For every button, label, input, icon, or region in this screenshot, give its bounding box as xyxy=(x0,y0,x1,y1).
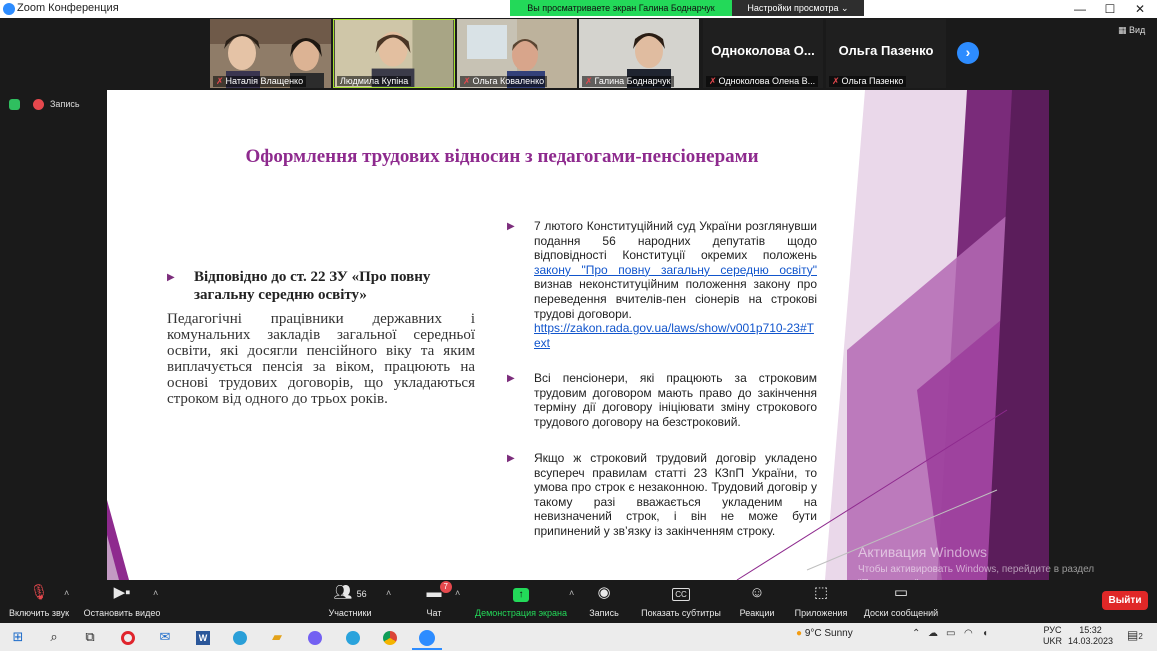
input-language-indicator[interactable]: РУС UKR xyxy=(1043,625,1062,647)
bullet-item: ▶ Якщо ж строковий трудовий договір уклад… xyxy=(507,451,817,538)
muted-mic-icon: ✗ xyxy=(709,76,717,86)
participants-icon: 👥︎ 56 xyxy=(333,584,367,601)
participant-tile[interactable]: Одноколова О... ✗ Одноколова Олена В... xyxy=(703,19,823,88)
edge-icon[interactable] xyxy=(230,627,250,647)
participant-tile-active[interactable]: Людмила Купіна xyxy=(333,19,455,88)
participant-name: ✗ Одноколова Олена В... xyxy=(706,76,819,87)
battery-icon: ▭ xyxy=(946,628,956,639)
video-options-chevron-icon[interactable]: ˄ xyxy=(153,588,158,598)
reactions-button[interactable]: ☺ Реакции xyxy=(738,584,776,618)
record-icon: ◉ xyxy=(597,584,611,601)
muted-microphone-icon: 🎙︎ xyxy=(29,584,49,601)
bullet-triangle-icon: ▶ xyxy=(167,272,175,283)
participant-name: ✗ Наталія Влащенко xyxy=(213,76,307,87)
whiteboards-button[interactable]: ▭ Доски сообщений xyxy=(858,584,944,618)
participants-button[interactable]: 👥︎ 56 Участники xyxy=(324,584,376,618)
telegram-icon[interactable] xyxy=(343,627,363,647)
bullet-item: ▶ 7 лютого Конституційний суд України роз… xyxy=(507,219,817,350)
share-screen-button[interactable]: ↑ Демонстрация экрана xyxy=(472,584,570,618)
active-app-indicator xyxy=(412,648,442,650)
word-icon[interactable]: W xyxy=(193,627,213,647)
captions-icon: CC xyxy=(638,584,724,602)
participant-tile[interactable]: ✗ Наталія Влащенко xyxy=(210,19,331,88)
volume-icon[interactable]: ◖ xyxy=(982,628,988,639)
unmute-button[interactable]: 🎙︎ Включить звук xyxy=(6,584,72,618)
system-clock[interactable]: 15:32 14.03.2023 xyxy=(1068,625,1113,647)
grid-icon: ▦ xyxy=(1118,25,1130,35)
task-view-icon[interactable]: ⧉ xyxy=(80,627,100,647)
participant-tile[interactable]: ✗ Галина Боднарчук xyxy=(579,19,699,88)
chat-options-chevron-icon[interactable]: ˄ xyxy=(455,588,460,598)
apps-button[interactable]: ⬚ Приложения xyxy=(791,584,851,618)
windows-activation-watermark: Активация Windows xyxy=(858,544,988,560)
show-captions-button[interactable]: CC Показать субтитры xyxy=(638,584,724,618)
recording-label: Запись xyxy=(50,99,80,109)
bullet-item: ▶ Всі пенсіонери, які працюють за строков… xyxy=(507,371,817,429)
bullet-triangle-icon: ▶ xyxy=(507,221,515,232)
window-title: Zoom Конференция xyxy=(17,2,119,14)
participant-name: ✗ Ольга Коваленко xyxy=(460,76,548,87)
share-screen-icon: ↑ xyxy=(472,584,570,602)
meeting-toolbar xyxy=(0,580,1157,623)
tray-overflow-icon[interactable]: ⌃ xyxy=(912,628,920,639)
file-explorer-icon[interactable]: ▰ xyxy=(267,627,287,647)
share-options-chevron-icon[interactable]: ˄ xyxy=(569,588,574,598)
sun-icon: ● xyxy=(796,628,803,639)
participant-tile[interactable]: Ольга Пазенко ✗ Ольга Пазенко xyxy=(826,19,946,88)
onedrive-icon[interactable]: ☁ xyxy=(928,628,938,639)
law-link[interactable]: закону "Про повну загальну середню освіт… xyxy=(534,263,817,277)
security-shield-icon[interactable] xyxy=(9,99,20,110)
muted-mic-icon: ✗ xyxy=(832,76,840,86)
smile-icon: ☺ xyxy=(749,584,765,601)
record-button[interactable]: ◉ Запись xyxy=(588,584,620,618)
screen-share-banner: Вы просматриваете экран Галина Боднарчук xyxy=(510,0,732,16)
recording-icon xyxy=(33,99,44,110)
leave-meeting-button[interactable]: Выйти xyxy=(1102,591,1148,610)
stop-video-button[interactable]: ▶▪ Остановить видео xyxy=(82,584,162,618)
participant-tile[interactable]: ✗ Ольга Коваленко xyxy=(457,19,577,88)
zoom-taskbar-icon[interactable] xyxy=(417,627,437,647)
muted-mic-icon: ✗ xyxy=(585,76,593,86)
notification-center-icon[interactable]: ▤2 xyxy=(1127,628,1143,642)
zoom-logo-icon xyxy=(3,3,15,15)
participant-display-name: Одноколова О... xyxy=(711,43,815,58)
muted-mic-icon: ✗ xyxy=(463,76,471,86)
slide-title: Оформлення трудових відносин з педагогам… xyxy=(245,146,759,167)
bullet-triangle-icon: ▶ xyxy=(507,453,515,464)
view-button[interactable]: ▦ Вид xyxy=(1118,25,1145,36)
weather-widget[interactable]: ● 9°C Sunny xyxy=(796,628,853,639)
bullet-triangle-icon: ▶ xyxy=(507,373,515,384)
viber-icon[interactable] xyxy=(305,627,325,647)
left-heading: Відповідно до ст. 22 ЗУ «Про повну загал… xyxy=(194,269,431,303)
close-icon[interactable]: ✕ xyxy=(1125,0,1155,18)
rada-url-link[interactable]: https://zakon.rada.gov.ua/laws/show/v001… xyxy=(534,321,814,350)
chat-unread-badge: 7 xyxy=(439,581,452,593)
participant-name: ✗ Ольга Пазенко xyxy=(829,76,907,87)
participant-name: ✗ Галина Боднарчук xyxy=(582,76,674,87)
wifi-icon[interactable]: ◠ xyxy=(964,628,973,639)
view-options-button[interactable]: Настройки просмотра ⌄ xyxy=(732,0,864,16)
minimize-icon[interactable]: — xyxy=(1065,0,1095,18)
next-page-arrow-icon[interactable]: › xyxy=(957,42,979,64)
apps-icon: ⬚ xyxy=(813,584,829,601)
participant-name: Людмила Купіна xyxy=(337,76,412,86)
audio-options-chevron-icon[interactable]: ˄ xyxy=(64,588,69,598)
left-body-text: Педагогічні працівники державних і комун… xyxy=(167,311,475,407)
chrome-icon[interactable] xyxy=(380,627,400,647)
windows-start-icon[interactable]: ⊞ xyxy=(8,627,28,647)
chat-bubble-icon: ▬ 7 xyxy=(426,581,452,602)
participants-options-chevron-icon[interactable]: ˄ xyxy=(386,588,391,598)
participant-display-name: Ольга Пазенко xyxy=(838,43,934,58)
opera-icon[interactable] xyxy=(118,627,138,647)
mail-icon[interactable]: ✉ xyxy=(155,627,175,647)
video-camera-icon: ▶▪ xyxy=(113,584,131,601)
search-icon[interactable]: ⌕ xyxy=(44,627,64,647)
whiteboard-icon: ▭ xyxy=(893,584,909,601)
shared-slide: Оформлення трудових відносин з педагогам… xyxy=(107,90,1049,580)
maximize-icon[interactable]: ☐ xyxy=(1095,0,1125,18)
chat-button[interactable]: ▬ 7 Чат xyxy=(420,581,452,618)
muted-mic-icon: ✗ xyxy=(216,76,224,86)
